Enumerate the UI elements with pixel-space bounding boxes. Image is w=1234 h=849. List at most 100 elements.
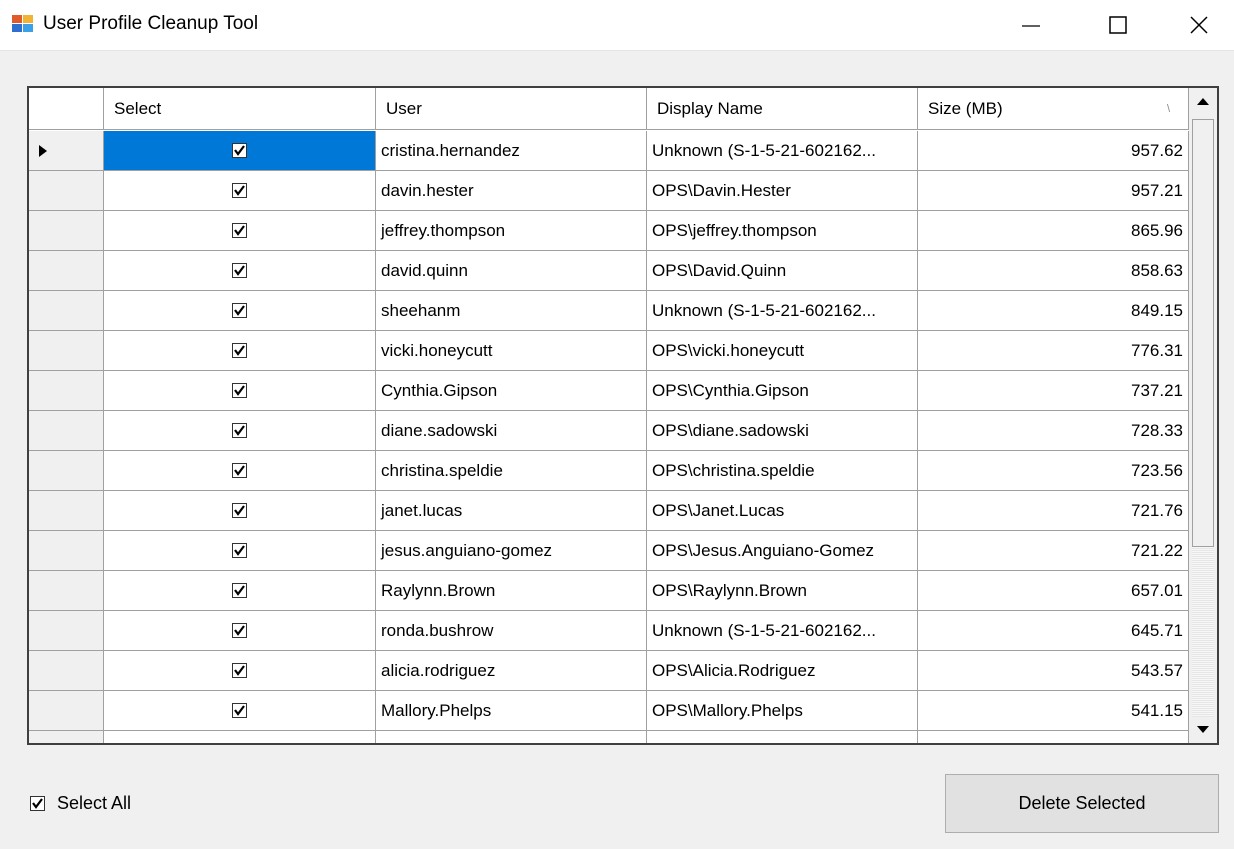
user-cell[interactable]: Cynthia.Gipson [376, 371, 647, 411]
user-cell[interactable]: vicki.honeycutt [376, 331, 647, 371]
table-row[interactable]: jeffrey.thompson OPS\jeffrey.thompson 865.… [29, 211, 1189, 251]
select-cell[interactable] [104, 731, 376, 745]
select-all-checkbox[interactable]: Select All [30, 793, 131, 814]
maximize-button[interactable] [1095, 0, 1141, 50]
row-checkbox[interactable] [232, 743, 247, 745]
user-cell[interactable]: jeffrey.thompson [376, 211, 647, 251]
row-header[interactable] [29, 291, 104, 331]
select-cell[interactable] [104, 211, 376, 251]
column-header-user[interactable]: User [376, 88, 647, 130]
delete-selected-button[interactable]: Delete Selected [945, 774, 1219, 833]
row-header[interactable] [29, 211, 104, 251]
row-checkbox[interactable] [232, 423, 247, 438]
row-checkbox[interactable] [232, 663, 247, 678]
user-cell[interactable]: jesus.anguiano-gomez [376, 531, 647, 571]
display-name-cell[interactable]: Unknown (S-1-5-21-602162... [647, 611, 918, 651]
row-checkbox[interactable] [232, 503, 247, 518]
row-header[interactable] [29, 731, 104, 743]
display-name-cell[interactable]: OPS\diane.sadowski [647, 411, 918, 451]
size-cell[interactable]: 543.57 [918, 651, 1189, 691]
size-cell[interactable]: 728.33 [918, 411, 1189, 451]
display-name-cell[interactable]: OPS\Janet.Lucas [647, 491, 918, 531]
size-cell[interactable]: 721.22 [918, 531, 1189, 571]
row-checkbox[interactable] [232, 463, 247, 478]
size-cell[interactable]: 737.21 [918, 371, 1189, 411]
row-header[interactable] [29, 651, 104, 691]
size-cell[interactable]: 776.31 [918, 331, 1189, 371]
display-name-cell[interactable]: OPS\jeffrey.thompson [647, 211, 918, 251]
table-row[interactable]: david.quinn OPS\David.Quinn 858.63 [29, 251, 1189, 291]
column-header-size[interactable]: Size (MB) \ [918, 88, 1189, 130]
scroll-up-button[interactable] [1191, 90, 1215, 114]
display-name-cell[interactable] [647, 731, 918, 743]
row-header[interactable] [29, 411, 104, 451]
row-checkbox[interactable] [232, 303, 247, 318]
size-cell[interactable]: 865.96 [918, 211, 1189, 251]
user-cell[interactable]: davin.hester [376, 171, 647, 211]
row-checkbox[interactable] [232, 583, 247, 598]
row-header-corner[interactable] [29, 88, 104, 130]
row-checkbox[interactable] [232, 383, 247, 398]
user-cell[interactable]: christina.speldie [376, 451, 647, 491]
table-row[interactable]: christina.speldie OPS\christina.speldie 72… [29, 451, 1189, 491]
size-cell[interactable]: 645.71 [918, 611, 1189, 651]
row-checkbox[interactable] [232, 183, 247, 198]
display-name-cell[interactable]: OPS\Alicia.Rodriguez [647, 651, 918, 691]
table-row[interactable]: sheehanm Unknown (S-1-5-21-602162... 849.1… [29, 291, 1189, 331]
row-checkbox[interactable] [232, 623, 247, 638]
select-cell[interactable] [104, 451, 376, 491]
table-row[interactable]: Cynthia.Gipson OPS\Cynthia.Gipson 737.21 [29, 371, 1189, 411]
row-header[interactable] [29, 491, 104, 531]
table-row[interactable]: Raylynn.Brown OPS\Raylynn.Brown 657.01 [29, 571, 1189, 611]
row-header[interactable] [29, 531, 104, 571]
vertical-scrollbar[interactable] [1189, 88, 1217, 743]
display-name-cell[interactable]: Unknown (S-1-5-21-602162... [647, 291, 918, 331]
select-cell[interactable] [104, 611, 376, 651]
display-name-cell[interactable]: OPS\Cynthia.Gipson [647, 371, 918, 411]
size-cell[interactable]: 957.21 [918, 171, 1189, 211]
user-cell[interactable]: sheehanm [376, 291, 647, 331]
table-row[interactable]: alicia.rodriguez OPS\Alicia.Rodriguez 543.… [29, 651, 1189, 691]
size-cell[interactable]: 541.15 [918, 691, 1189, 731]
size-cell[interactable]: 657.01 [918, 571, 1189, 611]
scroll-track[interactable] [1192, 547, 1214, 717]
select-cell[interactable] [104, 411, 376, 451]
table-row[interactable] [29, 731, 1189, 745]
select-cell[interactable] [104, 171, 376, 211]
row-checkbox[interactable] [232, 223, 247, 238]
row-checkbox[interactable] [232, 143, 247, 158]
user-cell[interactable]: diane.sadowski [376, 411, 647, 451]
display-name-cell[interactable]: Unknown (S-1-5-21-602162... [647, 131, 918, 171]
display-name-cell[interactable]: OPS\Davin.Hester [647, 171, 918, 211]
select-cell[interactable] [104, 691, 376, 731]
select-cell[interactable] [104, 531, 376, 571]
select-cell[interactable] [104, 571, 376, 611]
size-cell[interactable]: 723.56 [918, 451, 1189, 491]
table-row[interactable]: ronda.bushrow Unknown (S-1-5-21-602162...… [29, 611, 1189, 651]
display-name-cell[interactable]: OPS\vicki.honeycutt [647, 331, 918, 371]
select-cell[interactable] [104, 291, 376, 331]
table-row[interactable]: janet.lucas OPS\Janet.Lucas 721.76 [29, 491, 1189, 531]
size-cell[interactable]: 849.15 [918, 291, 1189, 331]
table-row[interactable]: davin.hester OPS\Davin.Hester 957.21 [29, 171, 1189, 211]
table-row[interactable]: jesus.anguiano-gomez OPS\Jesus.Anguiano-G… [29, 531, 1189, 571]
row-checkbox[interactable] [232, 703, 247, 718]
select-cell[interactable] [104, 331, 376, 371]
select-cell[interactable] [104, 131, 376, 171]
minimize-button[interactable] [1008, 0, 1054, 50]
table-row[interactable]: Mallory.Phelps OPS\Mallory.Phelps 541.15 [29, 691, 1189, 731]
scroll-thumb[interactable] [1192, 119, 1214, 547]
size-cell[interactable] [918, 731, 1189, 743]
user-cell[interactable]: david.quinn [376, 251, 647, 291]
display-name-cell[interactable]: OPS\christina.speldie [647, 451, 918, 491]
scroll-down-button[interactable] [1191, 717, 1215, 741]
user-cell[interactable] [376, 731, 647, 743]
row-header[interactable] [29, 451, 104, 491]
select-cell[interactable] [104, 491, 376, 531]
user-cell[interactable]: Mallory.Phelps [376, 691, 647, 731]
column-header-display-name[interactable]: Display Name [647, 88, 918, 130]
row-header[interactable] [29, 611, 104, 651]
display-name-cell[interactable]: OPS\David.Quinn [647, 251, 918, 291]
display-name-cell[interactable]: OPS\Mallory.Phelps [647, 691, 918, 731]
select-cell[interactable] [104, 251, 376, 291]
